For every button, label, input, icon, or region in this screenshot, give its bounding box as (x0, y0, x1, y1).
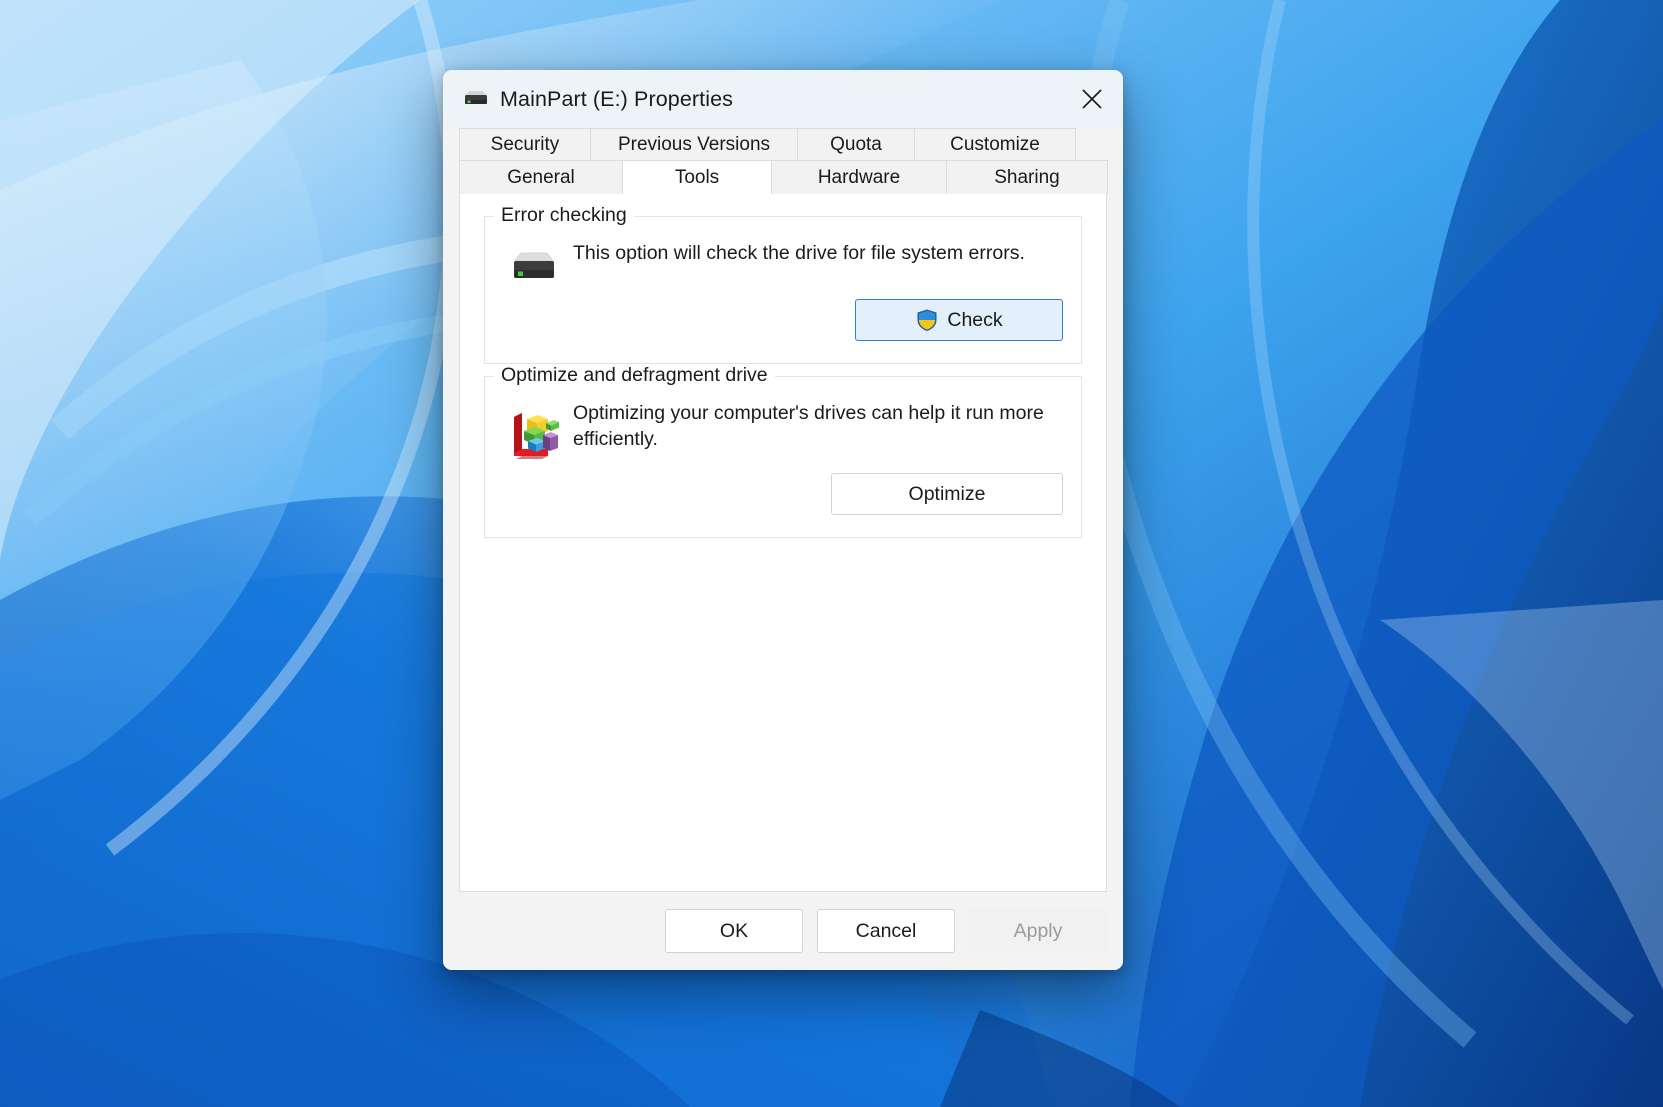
tab-hardware[interactable]: Hardware (771, 160, 947, 194)
tab-previous-versions-label: Previous Versions (617, 133, 771, 155)
error-checking-description: This option will check the drive for fil… (573, 242, 1025, 264)
tab-quota[interactable]: Quota (797, 128, 915, 161)
tab-row-upper: Security Previous Versions Quota Customi… (459, 128, 1107, 161)
dialog-title: MainPart (E:) Properties (500, 86, 733, 111)
optimize-button[interactable]: Optimize (831, 473, 1063, 515)
cancel-button-label: Cancel (855, 919, 917, 942)
error-checking-body: This option will check the drive for fil… (503, 239, 1063, 285)
error-checking-actions: Check (503, 299, 1063, 341)
tab-sharing-label: Sharing (994, 166, 1060, 188)
tab-hardware-label: Hardware (817, 166, 901, 188)
optimize-group-title: Optimize and defragment drive (494, 364, 775, 387)
optimize-description: Optimizing your computer's drives can he… (573, 402, 1044, 450)
tab-security[interactable]: Security (459, 128, 591, 161)
check-button[interactable]: Check (855, 299, 1063, 341)
optimize-button-label: Optimize (908, 482, 986, 505)
apply-button-label: Apply (1013, 919, 1063, 942)
tab-tools[interactable]: Tools (622, 160, 772, 194)
tools-tab-panel: Error checking This option will check th… (459, 194, 1107, 892)
ok-button[interactable]: OK (665, 909, 803, 953)
defragment-glyph (514, 413, 559, 459)
tab-general-label: General (507, 166, 575, 188)
uac-shield-glyph (917, 309, 937, 331)
close-x-glyph (1082, 89, 1102, 109)
apply-button: Apply (969, 909, 1107, 953)
dialog-footer: OK Cancel Apply (443, 892, 1123, 970)
error-checking-drive-icon (503, 239, 565, 285)
optimize-defragment-group: Optimize and defragment drive Optimizing… (484, 364, 1082, 538)
optimize-body: Optimizing your computer's drives can he… (503, 399, 1063, 459)
optimize-actions: Optimize (503, 473, 1063, 515)
tab-general[interactable]: General (459, 160, 623, 194)
tab-tools-label: Tools (674, 166, 720, 188)
hard-drive-icon (463, 90, 489, 108)
uac-shield-icon (915, 308, 939, 332)
tab-security-label: Security (490, 133, 560, 155)
ok-button-label: OK (719, 919, 749, 942)
drive-properties-dialog: MainPart (E:) Properties Security Previo… (443, 70, 1123, 970)
hard-drive-glyph (465, 91, 487, 104)
error-checking-group: Error checking This option will check th… (484, 204, 1082, 364)
tab-previous-versions[interactable]: Previous Versions (590, 128, 798, 161)
close-icon[interactable] (1061, 70, 1123, 128)
tab-customize-label: Customize (950, 133, 1040, 155)
dialog-titlebar[interactable]: MainPart (E:) Properties (443, 70, 1123, 128)
tab-strip: Security Previous Versions Quota Customi… (443, 128, 1123, 194)
check-button-label: Check (947, 308, 1003, 331)
cancel-button[interactable]: Cancel (817, 909, 955, 953)
defragment-icon (503, 399, 565, 459)
error-checking-title: Error checking (494, 204, 634, 227)
tab-sharing[interactable]: Sharing (946, 160, 1108, 194)
hard-drive-large-glyph (514, 252, 554, 278)
tab-quota-label: Quota (830, 133, 882, 155)
tab-row-lower: General Tools Hardware Sharing (459, 160, 1108, 194)
tab-customize[interactable]: Customize (914, 128, 1076, 161)
